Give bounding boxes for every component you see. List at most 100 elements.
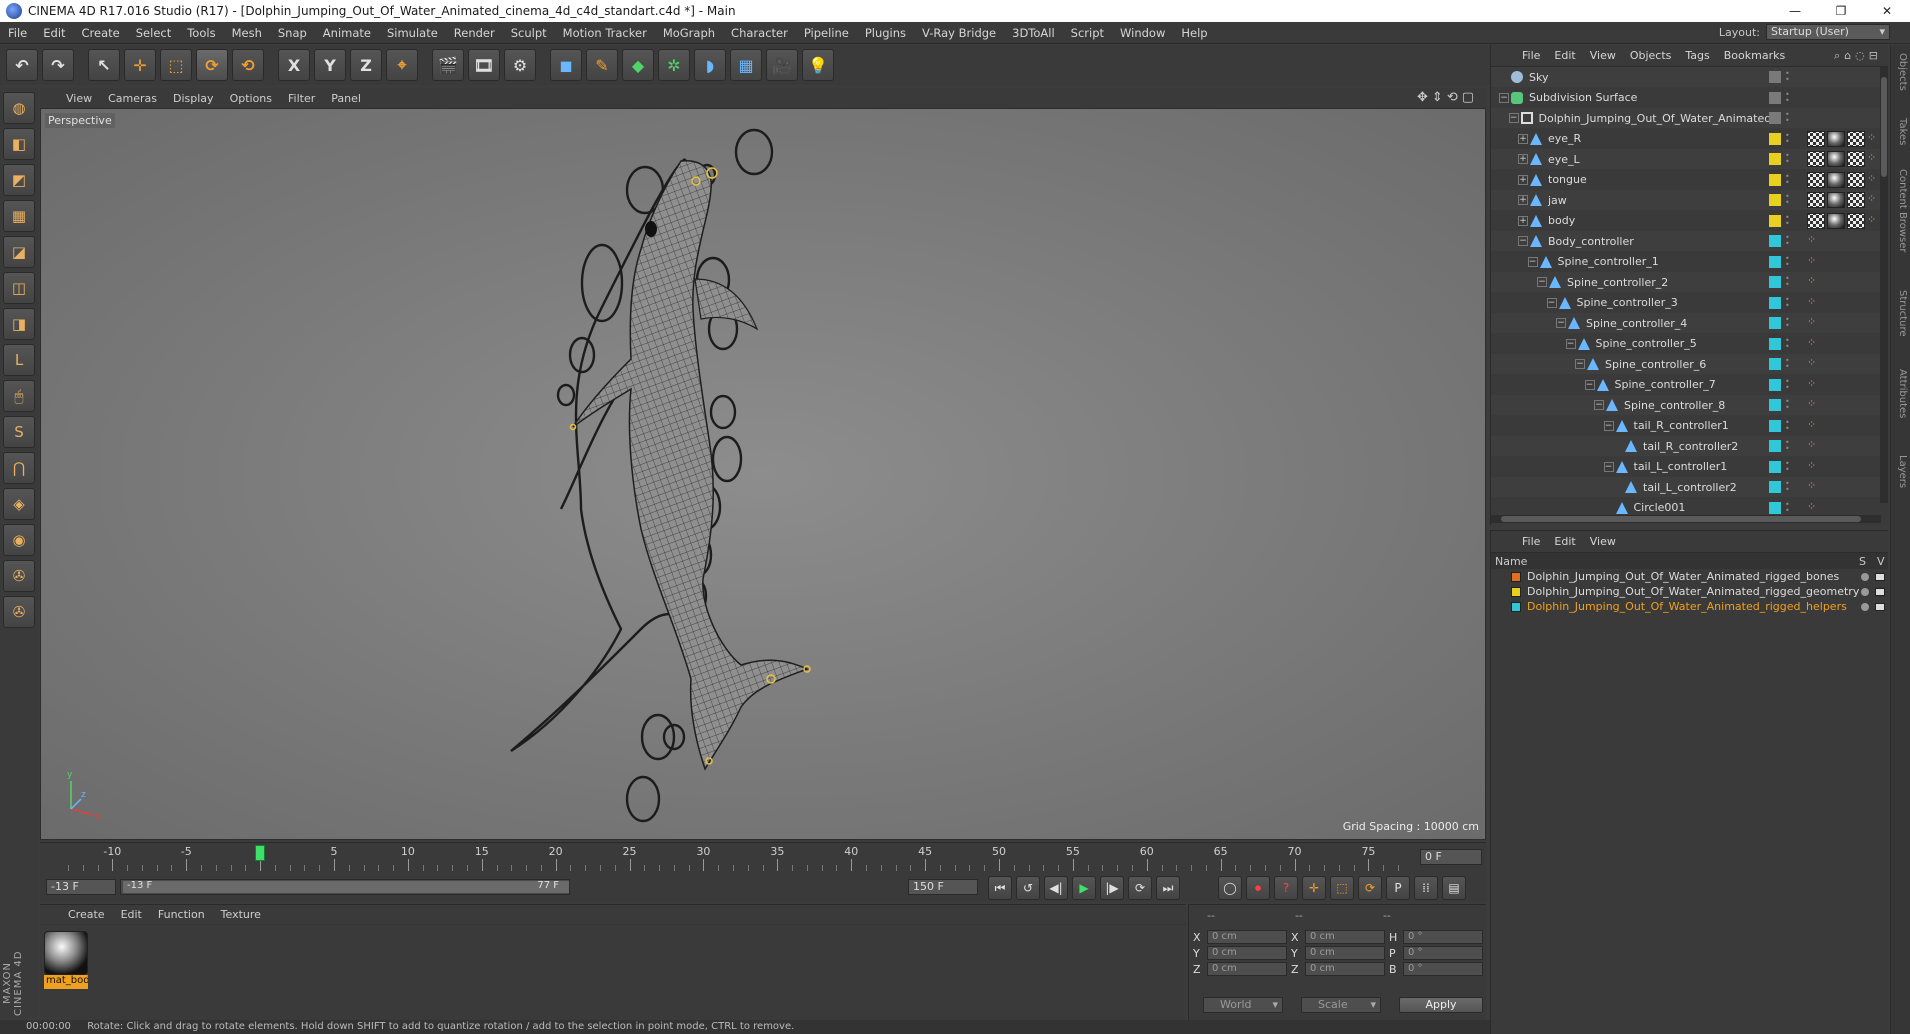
start-frame-field[interactable]: -13 F [46, 879, 116, 895]
layer-color-swatch[interactable] [1769, 419, 1781, 432]
coordinate-field-y-1[interactable]: 0 cm [1207, 946, 1287, 960]
viewport-menu-options[interactable]: Options [222, 92, 280, 105]
record-scale-button[interactable]: ⬚ [1330, 876, 1354, 900]
left-tool-button-14[interactable]: ✇ [3, 560, 35, 592]
visibility-dots[interactable]: • • [1785, 111, 1791, 125]
ik-tag-icon[interactable]: ⁘ [1807, 336, 1819, 352]
visibility-dots[interactable]: • • [1785, 316, 1791, 330]
material-name[interactable]: mat_bod [44, 975, 88, 989]
visibility-dots[interactable]: • • [1785, 234, 1791, 248]
visibility-dots[interactable]: • • [1785, 90, 1791, 104]
object-row[interactable]: − Subdivision Surface • • [1491, 88, 1881, 108]
visibility-dots[interactable]: • • [1785, 500, 1791, 514]
object-row[interactable]: − Dolphin_Jumping_Out_Of_Water_Animated • … [1491, 108, 1881, 128]
material-menu-create[interactable]: Create [60, 908, 113, 921]
y-axis-button[interactable]: Y [314, 49, 346, 81]
object-menu-file[interactable]: File [1515, 49, 1547, 62]
record-rotation-button[interactable]: ⟳ [1358, 876, 1382, 900]
left-tool-button-6[interactable]: ◫ [3, 272, 35, 304]
layer-visible-toggle[interactable] [1875, 602, 1885, 611]
coordinate-field-z-1[interactable]: 0 cm [1207, 962, 1287, 976]
side-tab-layers[interactable]: Layers [1894, 455, 1908, 488]
preview-range-slider[interactable]: -13 F 77 F [120, 879, 570, 895]
object-manager-tools[interactable]: ⌕⌂◌⊟ [1834, 49, 1882, 63]
object-row[interactable]: − Spine_controller_6 • • ⁘ [1491, 354, 1881, 374]
menu-plugins[interactable]: Plugins [857, 22, 914, 44]
viewport-menu-filter[interactable]: Filter [280, 92, 323, 105]
viewport-menu-display[interactable]: Display [165, 92, 222, 105]
record-parameter-button[interactable]: P [1386, 876, 1410, 900]
layer-color-swatch[interactable] [1769, 71, 1781, 83]
layer-row[interactable]: Dolphin_Jumping_Out_Of_Water_Animated_ri… [1491, 599, 1888, 614]
ik-tag-icon[interactable]: ⁘ [1807, 377, 1819, 393]
material-tag-icon[interactable] [1827, 192, 1845, 208]
visibility-dots[interactable]: • • [1785, 439, 1791, 453]
left-tool-button-11[interactable]: ⋂ [3, 452, 35, 484]
coordinate-field-z-2[interactable]: 0 cm [1305, 962, 1385, 976]
left-tool-button-15[interactable]: ✇ [3, 596, 35, 628]
visibility-dots[interactable]: • • [1785, 377, 1791, 391]
ik-tag-icon[interactable]: ⁘ [1867, 151, 1879, 167]
layer-color-swatch[interactable] [1769, 501, 1781, 514]
left-tool-button-8[interactable]: L [3, 344, 35, 376]
expand-toggle[interactable]: − [1508, 113, 1519, 123]
side-tab-structure[interactable]: Structure [1894, 290, 1908, 337]
side-tab-content-browser[interactable]: Content Browser [1894, 169, 1908, 252]
visibility-dots[interactable]: • • [1785, 459, 1791, 473]
expand-toggle[interactable]: − [1537, 277, 1547, 287]
left-tool-button-1[interactable]: ◍ [3, 92, 35, 124]
ik-tag-icon[interactable]: ⁘ [1867, 131, 1879, 147]
light-button[interactable]: 💡 [802, 49, 834, 81]
coordinate-field-h-3[interactable]: 0 ° [1403, 930, 1483, 944]
object-row[interactable]: − Spine_controller_2 • • ⁘ [1491, 272, 1881, 292]
layer-menu-edit[interactable]: Edit [1547, 535, 1582, 548]
visibility-dots[interactable]: • • [1785, 398, 1791, 412]
side-tab-takes[interactable]: Takes [1894, 118, 1908, 145]
material-menu-texture[interactable]: Texture [213, 908, 269, 921]
menu-file[interactable]: File [0, 22, 35, 44]
visibility-dots[interactable]: • • [1785, 357, 1791, 371]
layer-color-swatch[interactable] [1511, 571, 1521, 582]
layer-menu-file[interactable]: File [1515, 535, 1547, 548]
object-menu-bookmarks[interactable]: Bookmarks [1717, 49, 1792, 62]
layer-color-swatch[interactable] [1769, 460, 1781, 473]
object-row[interactable]: − Spine_controller_4 • • ⁘ [1491, 313, 1881, 333]
object-row[interactable]: − Spine_controller_3 • • ⁘ [1491, 293, 1881, 313]
texture-tag-icon[interactable] [1807, 171, 1825, 188]
material-tag-icon[interactable] [1827, 151, 1845, 167]
object-menu-edit[interactable]: Edit [1547, 49, 1582, 62]
visibility-dots[interactable]: • • [1785, 172, 1791, 186]
object-row[interactable]: − Spine_controller_1 • • ⁘ [1491, 252, 1881, 272]
go-to-start-button[interactable]: ⏮ [988, 876, 1012, 900]
layer-color-swatch[interactable] [1511, 586, 1521, 597]
ik-tag-icon[interactable]: ⁘ [1807, 274, 1819, 290]
menu-help[interactable]: Help [1173, 22, 1215, 44]
scale-tool-button[interactable]: ⬚ [160, 49, 192, 81]
layer-color-swatch[interactable] [1769, 112, 1781, 124]
object-row[interactable]: − Spine_controller_5 • • ⁘ [1491, 334, 1881, 354]
expand-toggle[interactable]: + [1518, 154, 1528, 164]
visibility-dots[interactable]: • • [1785, 213, 1791, 227]
object-menu-tags[interactable]: Tags [1678, 49, 1716, 62]
preview-range-bar[interactable] [123, 881, 569, 893]
ik-tag-icon[interactable]: ⁘ [1807, 233, 1819, 249]
ik-tag-icon[interactable]: ⁘ [1807, 295, 1819, 311]
texture-tag-icon[interactable] [1847, 151, 1865, 167]
material-preview[interactable] [44, 931, 88, 975]
pen-spline-button[interactable]: ✎ [586, 49, 618, 81]
left-tool-button-9[interactable]: 🖱 [3, 380, 35, 412]
frame-ruler[interactable]: -10-5051015202530354045505560657075 [48, 843, 1418, 873]
layer-solo-toggle[interactable] [1861, 572, 1869, 581]
left-tool-button-3[interactable]: ◩ [3, 164, 35, 196]
object-menu-view[interactable]: View [1583, 49, 1623, 62]
layer-color-swatch[interactable] [1769, 173, 1781, 186]
ik-tag-icon[interactable]: ⁘ [1807, 315, 1819, 331]
ik-tag-icon[interactable]: ⁘ [1807, 438, 1819, 454]
array-button[interactable]: ✲ [658, 49, 690, 81]
object-row[interactable]: + body • • ⁘ [1491, 211, 1881, 231]
current-frame-field[interactable]: 0 F [1420, 849, 1482, 865]
menu-mograph[interactable]: MoGraph [655, 22, 723, 44]
ik-tag-icon[interactable]: ⁘ [1867, 172, 1879, 188]
coordinate-system-button[interactable]: ⌖ [386, 49, 418, 81]
coordinate-space-dropdown[interactable]: World [1203, 997, 1283, 1013]
